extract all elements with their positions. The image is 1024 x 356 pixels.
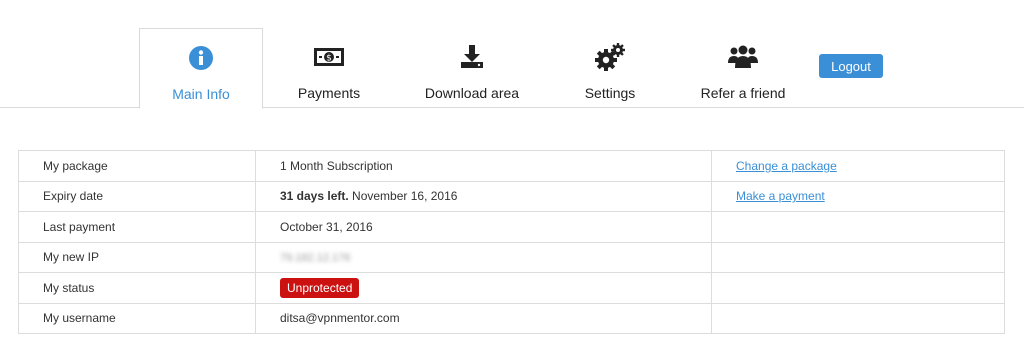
- tab-label: Main Info: [172, 86, 230, 102]
- table-row: Expiry date 31 days left. November 16, 2…: [18, 180, 1005, 212]
- table-row: My status Unprotected: [18, 272, 1005, 304]
- days-left-text: 31 days left.: [280, 189, 349, 204]
- table-row: My username ditsa@vpnmentor.com: [18, 302, 1005, 334]
- row-value: 1 Month Subscription: [255, 150, 712, 182]
- row-label: Expiry date: [18, 180, 256, 212]
- tab-main-info[interactable]: Main Info: [139, 28, 263, 109]
- tab-label: Download area: [424, 85, 520, 101]
- svg-text:$: $: [326, 54, 332, 64]
- ip-address-value: 79.182.12.176: [280, 252, 351, 265]
- make-payment-link[interactable]: Make a payment: [736, 189, 825, 203]
- info-icon: [188, 41, 214, 75]
- tab-payments[interactable]: $ Payments: [282, 28, 376, 108]
- row-label: My status: [18, 272, 256, 304]
- status-badge: Unprotected: [280, 277, 360, 298]
- account-info-table: My package 1 Month Subscription Change a…: [18, 150, 1005, 334]
- row-label: Last payment: [18, 211, 256, 243]
- gears-icon: [594, 40, 626, 74]
- tab-refer-a-friend[interactable]: Refer a friend: [695, 28, 791, 108]
- tab-label: Settings: [584, 85, 636, 101]
- table-row: My new IP 79.182.12.176: [18, 241, 1005, 273]
- banknote-icon: $: [312, 40, 346, 74]
- change-package-link[interactable]: Change a package: [736, 159, 837, 173]
- expiry-date-value: November 16, 2016: [348, 189, 458, 204]
- tab-label: Payments: [297, 85, 361, 101]
- row-label: My package: [18, 150, 256, 182]
- tab-download-area[interactable]: Download area: [416, 28, 528, 108]
- row-label: My username: [18, 302, 256, 334]
- tab-settings[interactable]: Settings: [570, 28, 650, 108]
- table-row: My package 1 Month Subscription Change a…: [18, 150, 1005, 182]
- row-label: My new IP: [18, 241, 256, 273]
- download-icon: [458, 40, 486, 74]
- top-navigation: Main Info $ Payments Download area Setti…: [0, 0, 1024, 109]
- table-row: Last payment October 31, 2016: [18, 211, 1005, 243]
- row-value: October 31, 2016: [255, 211, 712, 243]
- logout-button[interactable]: Logout: [819, 54, 883, 78]
- tab-label: Refer a friend: [700, 85, 786, 101]
- users-icon: [727, 40, 759, 74]
- row-value: ditsa@vpnmentor.com: [255, 302, 712, 334]
